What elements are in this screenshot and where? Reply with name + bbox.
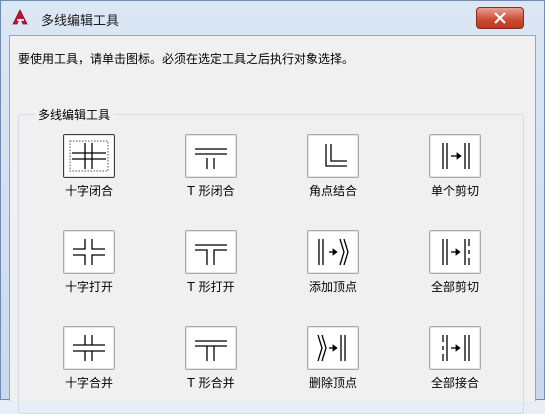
tool-button[interactable] (63, 134, 115, 178)
corner-joint-icon (325, 144, 347, 167)
autocad-a-icon (12, 9, 28, 25)
multiline-edit-dialog: 多线编辑工具 要使用工具，请单击图标。必须在选定工具之后执行对象选择。 多线编辑… (0, 0, 545, 414)
tool-corner-joint[interactable]: 角点结合 (281, 134, 385, 214)
close-icon (494, 12, 506, 24)
tool-cross-merged[interactable]: 十字合并 (37, 326, 141, 406)
tool-label: 十字打开 (64, 280, 113, 294)
window-title: 多线编辑工具 (41, 14, 120, 29)
tools-group-label: 多线编辑工具 (34, 106, 115, 123)
tool-cross-open[interactable]: 十字打开 (37, 230, 141, 310)
tool-button[interactable] (429, 134, 481, 178)
tool-label: 删除顶点 (308, 376, 357, 390)
tool-label: 单个剪切 (430, 184, 479, 198)
tool-label: 添加顶点 (308, 280, 357, 294)
tool-label: 十字闭合 (64, 184, 113, 198)
tool-label: 角点结合 (308, 184, 357, 198)
tool-label: 全部接合 (430, 376, 479, 390)
tee-open-icon (195, 244, 227, 265)
tool-delete-vertex[interactable]: 删除顶点 (281, 326, 385, 406)
tool-button[interactable] (429, 230, 481, 274)
instruction-text: 要使用工具，请单击图标。必须在选定工具之后执行对象选择。 (18, 52, 355, 66)
tee-merged-icon (195, 340, 227, 361)
tool-label: T 形打开 (187, 280, 235, 294)
tool-button[interactable] (185, 134, 237, 178)
cross-open-icon (73, 239, 105, 265)
tool-button[interactable] (185, 230, 237, 274)
tool-button[interactable] (185, 326, 237, 370)
tool-button[interactable] (307, 230, 359, 274)
title-bar[interactable]: 多线编辑工具 (1, 1, 544, 35)
tool-button[interactable] (307, 134, 359, 178)
tool-label: 全部剪切 (430, 280, 479, 294)
tool-cut-single[interactable]: 单个剪切 (403, 134, 507, 214)
delete-vertex-icon (317, 334, 346, 362)
tool-button[interactable] (429, 326, 481, 370)
dialog-client-area: 要使用工具，请单击图标。必须在选定工具之后执行对象选择。 多线编辑工具 十字闭合 (9, 35, 536, 414)
tool-button[interactable] (307, 326, 359, 370)
tool-button[interactable] (63, 230, 115, 274)
tool-tee-closed[interactable]: T 形闭合 (159, 134, 263, 214)
weld-all-icon (442, 335, 470, 361)
tee-closed-icon (195, 148, 227, 169)
tool-button[interactable] (63, 326, 115, 370)
tool-tee-merged[interactable]: T 形合并 (159, 326, 263, 406)
close-button[interactable] (476, 7, 524, 29)
tool-cross-closed[interactable]: 十字闭合 (37, 134, 141, 214)
tool-add-vertex[interactable]: 添加顶点 (281, 230, 385, 310)
tool-label: T 形闭合 (187, 184, 235, 198)
cut-all-icon (442, 239, 470, 265)
tool-weld-all[interactable]: 全部接合 (403, 326, 507, 406)
tool-cut-all[interactable]: 全部剪切 (403, 230, 507, 310)
tool-tee-open[interactable]: T 形打开 (159, 230, 263, 310)
add-vertex-icon (318, 238, 349, 266)
tool-label: 十字合并 (64, 376, 113, 390)
cross-closed-icon (69, 140, 109, 172)
cut-single-icon (442, 143, 470, 169)
tool-label: T 形合并 (187, 376, 235, 390)
cross-merged-icon (73, 335, 105, 361)
